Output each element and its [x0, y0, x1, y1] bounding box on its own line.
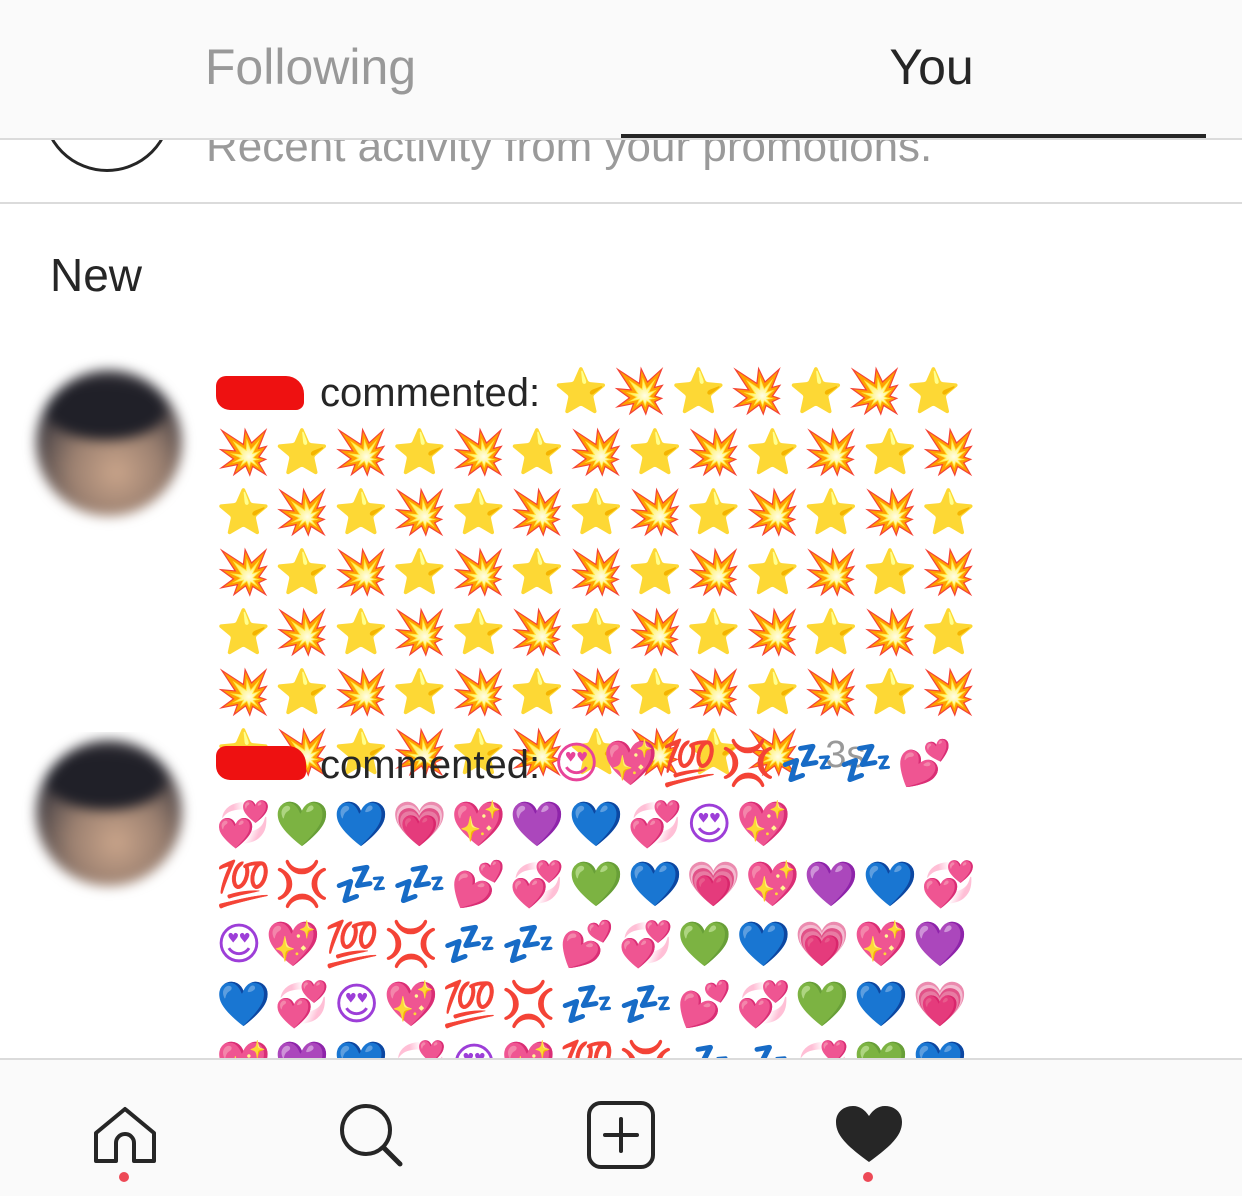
home-icon: [94, 1107, 156, 1163]
bottom-tab-bar: [0, 1058, 1242, 1196]
notification-action: commented:: [320, 371, 541, 415]
nav-home-button[interactable]: [80, 1090, 170, 1180]
tab-you[interactable]: You: [621, 0, 1242, 138]
comment-text: commented: ⭐💥⭐💥⭐💥⭐ 💥⭐💥⭐💥⭐💥⭐💥⭐💥⭐💥⭐💥⭐💥⭐💥⭐💥…: [216, 362, 1006, 785]
section-title-new: New: [50, 249, 143, 301]
home-notification-dot: [119, 1172, 129, 1182]
nav-add-post-button[interactable]: [576, 1090, 666, 1180]
search-icon: [340, 1104, 403, 1167]
heart-icon: [836, 1106, 902, 1162]
add-post-icon: [587, 1101, 655, 1169]
notification-item[interactable]: commented: 😍💖💯💢💤💤💕 💞💚💙💗💖💜💙💞😍💖💯💢💤💤💕💞💚💙💗💖💜…: [0, 732, 1242, 1062]
notification-item[interactable]: commented: ⭐💥⭐💥⭐💥⭐ 💥⭐💥⭐💥⭐💥⭐💥⭐💥⭐💥⭐💥⭐💥⭐💥⭐💥…: [0, 360, 1242, 778]
tab-following[interactable]: Following: [0, 0, 621, 138]
comment-emoji-first-line: 😍💖💯💢💤💤💕: [553, 738, 957, 789]
nav-activity-button[interactable]: [824, 1090, 914, 1180]
notification-action: commented:: [320, 743, 541, 787]
active-tab-indicator: [621, 134, 1206, 138]
avatar[interactable]: [36, 370, 182, 516]
comment-emoji-rest: 💥⭐💥⭐💥⭐💥⭐💥⭐💥⭐💥⭐💥⭐💥⭐💥⭐💥⭐💥⭐💥⭐💥⭐💥⭐💥⭐💥⭐💥⭐💥⭐💥⭐…: [216, 427, 981, 778]
activity-notification-dot: [863, 1172, 873, 1182]
comment-text: commented: 😍💖💯💢💤💤💕 💞💚💙💗💖💜💙💞😍💖💯💢💤💤💕💞💚💙💗💖💜…: [216, 734, 1006, 1062]
comment-emoji-rest: 💞💚💙💗💖💜💙💞😍💖💯💢💤💤💕💞💚💙💗💖💜💙💞😍💖💯💢💤💤💕💞💚💙💗💖💜💙💞😍💖…: [216, 799, 981, 1062]
activity-tabs: Following You: [0, 0, 1242, 140]
comment-emoji-first-line: ⭐💥⭐💥⭐💥⭐: [553, 366, 965, 417]
nav-search-button[interactable]: [326, 1090, 416, 1180]
avatar[interactable]: [36, 740, 182, 886]
